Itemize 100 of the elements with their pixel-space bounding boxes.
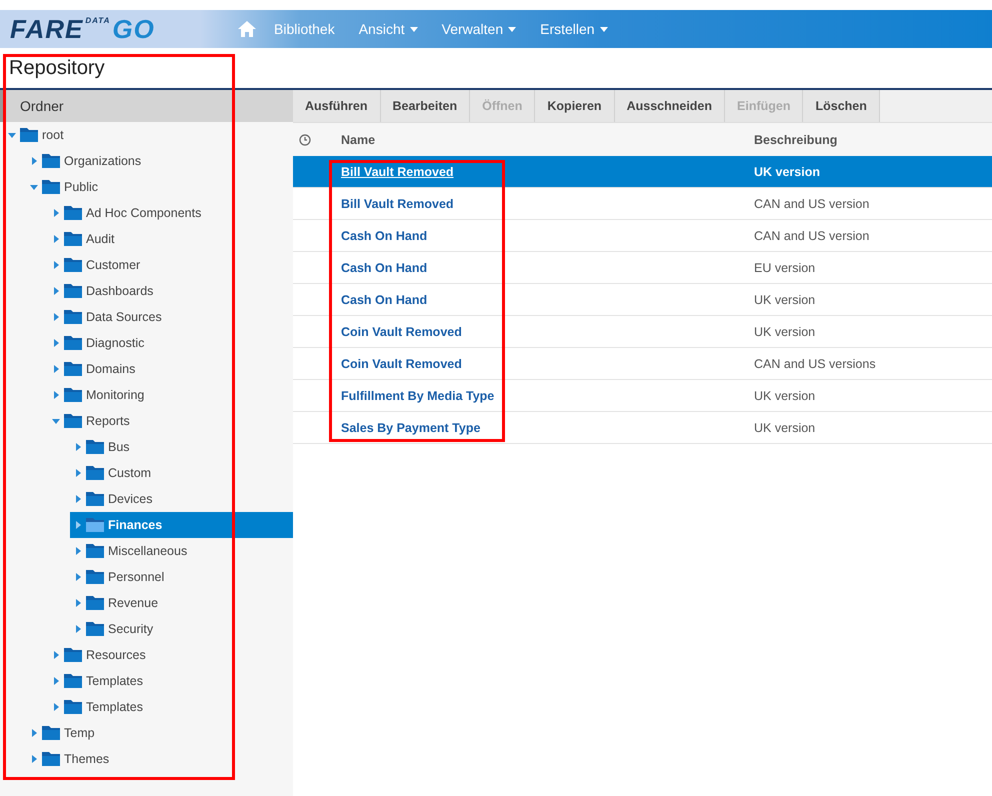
column-header: Name: [341, 132, 376, 146]
caret-right-icon[interactable]: [52, 209, 60, 217]
tree-item[interactable]: Security: [70, 616, 293, 642]
tree-item[interactable]: Customer: [48, 252, 293, 278]
caret-right-icon[interactable]: [74, 625, 82, 633]
folder-icon: [42, 752, 60, 766]
toolbar-button[interactable]: Löschen: [803, 90, 880, 122]
report-link[interactable]: Cash On Hand: [341, 292, 428, 306]
folder-icon: [20, 128, 38, 142]
caret-right-icon[interactable]: [74, 573, 82, 581]
table-row[interactable]: Bill Vault Removed UK version: [293, 156, 992, 188]
folder-icon: [64, 284, 82, 298]
caret-right-icon[interactable]: [52, 651, 60, 659]
folder-icon: [86, 596, 104, 610]
caret-down-icon[interactable]: [30, 183, 38, 191]
tree-item[interactable]: Custom: [70, 460, 293, 486]
folder-icon: [64, 388, 82, 402]
caret-right-icon[interactable]: [52, 339, 60, 347]
tree-item[interactable]: Devices: [70, 486, 293, 512]
caret-right-icon[interactable]: [30, 157, 38, 165]
home-icon[interactable]: [238, 21, 256, 37]
tree-item[interactable]: Ad Hoc Components: [48, 200, 293, 226]
caret-right-icon[interactable]: [74, 547, 82, 555]
caret-right-icon[interactable]: [52, 677, 60, 685]
caret-right-icon[interactable]: [74, 495, 82, 503]
caret-down-icon[interactable]: [52, 417, 60, 425]
tree-item[interactable]: Personnel: [70, 564, 293, 590]
tree-item[interactable]: Dashboards: [48, 278, 293, 304]
report-link[interactable]: Coin Vault Removed: [341, 324, 462, 338]
clock-icon: [299, 134, 311, 146]
table-cell-text: CAN and US version: [754, 196, 870, 210]
tree-item[interactable]: Temp: [26, 720, 293, 746]
folder-icon: [86, 492, 104, 506]
caret-right-icon[interactable]: [52, 365, 60, 373]
caret-right-icon[interactable]: [52, 287, 60, 295]
folder-icon: [86, 466, 104, 480]
report-link[interactable]: Cash On Hand: [341, 260, 428, 274]
tree-item[interactable]: Revenue: [70, 590, 293, 616]
table-cell-text: UK version: [754, 164, 821, 178]
tree-item[interactable]: Data Sources: [48, 304, 293, 330]
report-link[interactable]: Bill Vault Removed: [341, 164, 454, 178]
tree-item[interactable]: root: [4, 122, 293, 148]
caret-right-icon[interactable]: [52, 313, 60, 321]
folder-icon: [42, 180, 60, 194]
report-link[interactable]: Sales By Payment Type: [341, 420, 480, 434]
caret-right-icon[interactable]: [30, 729, 38, 737]
nav-menu-item[interactable]: Erstellen: [540, 21, 608, 37]
tree-item[interactable]: Public: [26, 174, 293, 200]
caret-right-icon[interactable]: [52, 235, 60, 243]
caret-right-icon[interactable]: [52, 391, 60, 399]
folder-icon: [64, 700, 82, 714]
table-cell-text: CAN and US versions: [754, 356, 877, 370]
table-cell-text: UK version: [754, 420, 816, 434]
caret-right-icon[interactable]: [74, 443, 82, 451]
toolbar-button[interactable]: Kopieren: [535, 90, 615, 122]
table-cell-text: UK version: [754, 324, 816, 338]
folder-icon: [86, 570, 104, 584]
caret-icon: [410, 26, 418, 32]
tree-item[interactable]: Domains: [48, 356, 293, 382]
folder-icon: [64, 336, 82, 350]
folder-icon: [64, 362, 82, 376]
folder-icon: [64, 258, 82, 272]
tree-item[interactable]: Bus: [70, 434, 293, 460]
folder-icon: [86, 622, 104, 636]
report-link[interactable]: Coin Vault Removed: [341, 356, 462, 370]
table-cell-text: EU version: [754, 260, 816, 274]
folder-icon: [42, 154, 60, 168]
caret-right-icon[interactable]: [74, 521, 82, 529]
tree-item[interactable]: Monitoring: [48, 382, 293, 408]
folder-icon: [64, 310, 82, 324]
tree-item[interactable]: Diagnostic: [48, 330, 293, 356]
caret-right-icon[interactable]: [52, 261, 60, 269]
report-link[interactable]: Bill Vault Removed: [341, 196, 454, 210]
tree-item[interactable]: Templates: [48, 694, 293, 720]
folder-icon: [86, 544, 104, 558]
tree-item[interactable]: Reports: [48, 408, 293, 434]
caret-right-icon[interactable]: [74, 599, 82, 607]
caret-right-icon[interactable]: [74, 469, 82, 477]
column-header: Beschreibung: [754, 132, 838, 146]
folder-icon: [64, 674, 82, 688]
tree-item[interactable]: Miscellaneous: [70, 538, 293, 564]
tree-item[interactable]: Organizations: [26, 148, 293, 174]
tree-item[interactable]: Audit: [48, 226, 293, 252]
folder-icon: [64, 648, 82, 662]
report-link[interactable]: Cash On Hand: [341, 228, 428, 242]
toolbar-button[interactable]: Ausschneiden: [614, 90, 726, 122]
toolbar-button[interactable]: Ausführen: [293, 90, 380, 122]
sidebar-header: Ordner: [0, 90, 293, 122]
tree-item[interactable]: Finances: [70, 512, 293, 538]
tree-item[interactable]: Themes: [26, 746, 293, 772]
caret-icon: [600, 26, 608, 32]
tree-item[interactable]: Templates: [48, 668, 293, 694]
folder-icon: [42, 726, 60, 740]
table-cell-text: UK version: [754, 292, 816, 306]
caret-right-icon[interactable]: [52, 703, 60, 711]
caret-down-icon[interactable]: [8, 131, 16, 139]
tree-item[interactable]: Resources: [48, 642, 293, 668]
report-link[interactable]: Fulfillment By Media Type: [341, 388, 494, 402]
caret-right-icon[interactable]: [30, 755, 38, 763]
toolbar-button[interactable]: Bearbeiten: [380, 90, 470, 122]
